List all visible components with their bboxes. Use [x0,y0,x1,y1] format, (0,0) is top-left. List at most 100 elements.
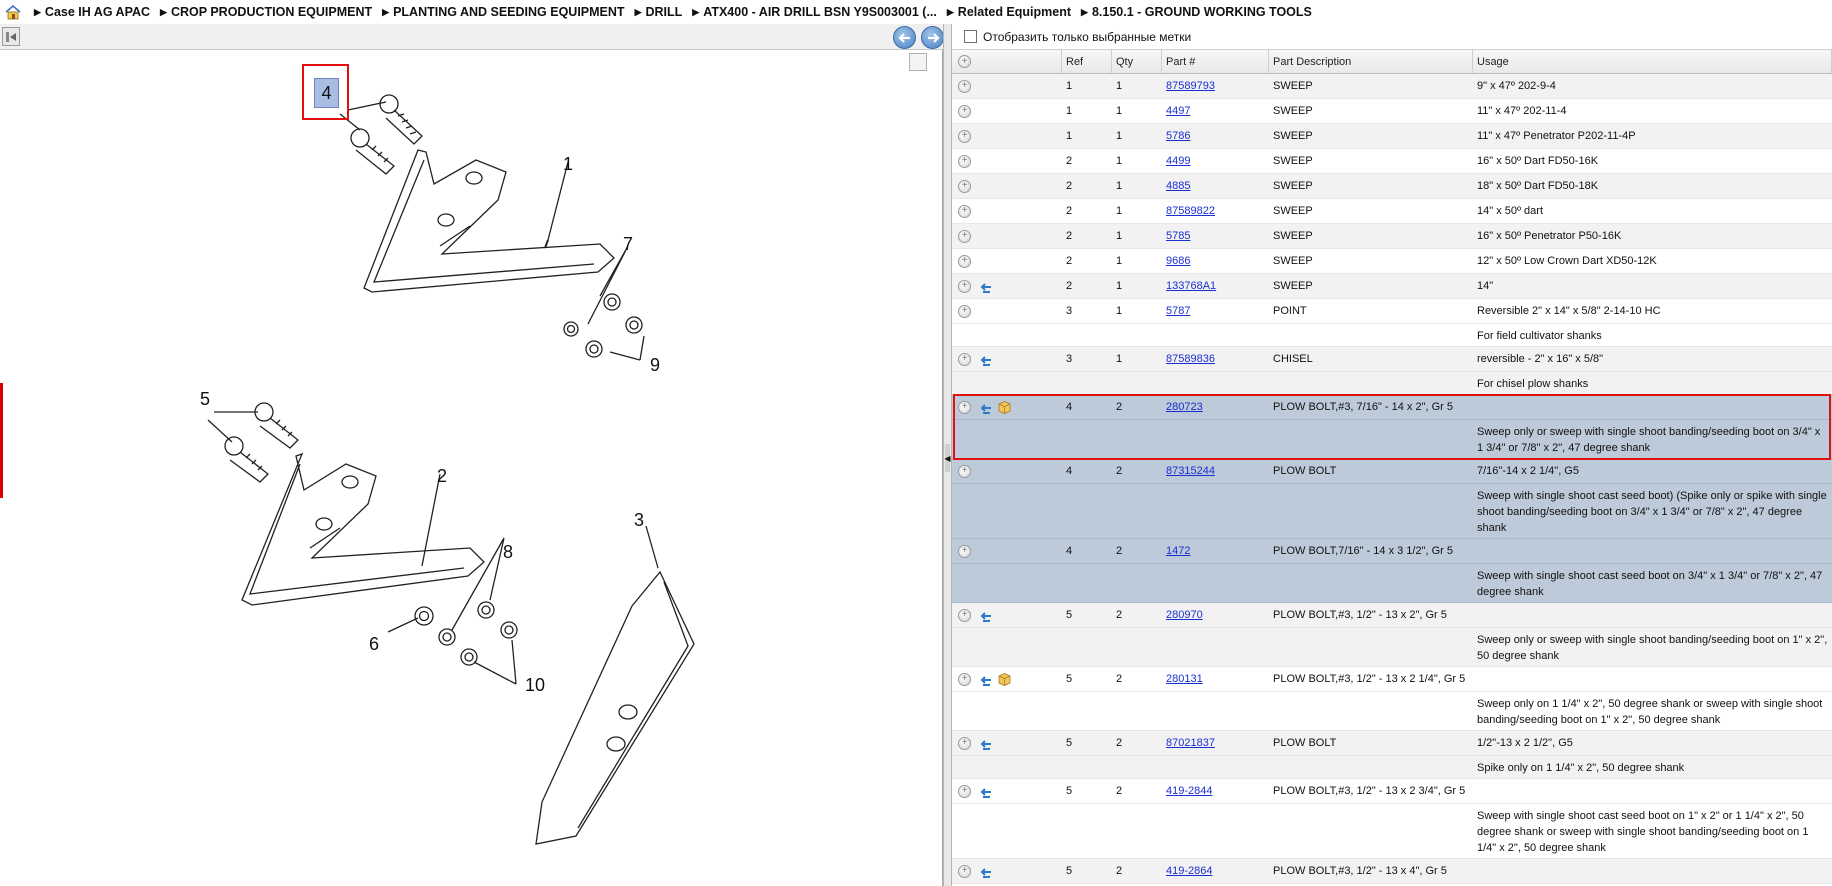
table-row-note[interactable]: Sweep with single shoot cast seed boot o… [952,564,1832,603]
home-icon[interactable] [2,1,24,23]
part-number-link[interactable]: 419-2864 [1166,865,1213,877]
part-number-link[interactable]: 5785 [1166,230,1190,242]
kit-box-icon[interactable] [997,672,1012,687]
callout-9[interactable]: 9 [650,355,660,376]
column-usage[interactable]: Usage [1473,50,1832,73]
table-row-note[interactable]: Sweep with single shoot cast seed boot) … [952,484,1832,539]
part-number-link[interactable]: 4499 [1166,155,1190,167]
table-row-note[interactable]: Sweep only or sweep with single shoot ba… [952,628,1832,667]
table-row[interactable]: +2 1 87589822 SWEEP 14" x 50º dart [952,199,1832,224]
table-row[interactable]: +2 1 4885 SWEEP 18" x 50º Dart FD50-18K [952,174,1832,199]
part-number-link[interactable]: 9686 [1166,255,1190,267]
expand-row-icon[interactable]: + [958,400,971,414]
table-row-note[interactable]: Sweep only or sweep with single shoot ba… [952,420,1832,459]
table-row[interactable]: +1 1 87589793 SWEEP 9" x 47º 202-9-4 [952,74,1832,99]
column-description[interactable]: Part Description [1269,50,1473,73]
expand-all-icon[interactable]: + [958,55,971,68]
part-number-link[interactable]: 133768A1 [1166,280,1216,292]
expand-row-icon[interactable]: + [958,79,971,93]
part-number-link[interactable]: 87021837 [1166,737,1215,749]
callout-6[interactable]: 6 [369,634,379,655]
part-number-link[interactable]: 87589822 [1166,205,1215,217]
expand-row-icon[interactable]: + [958,154,971,168]
expand-row-icon[interactable]: + [958,104,971,118]
callout-5[interactable]: 5 [200,389,210,410]
table-row-note[interactable]: For chisel plow shanks [952,372,1832,395]
table-row[interactable]: +4 2 87315244 PLOW BOLT 7/16"-14 x 2 1/4", G… [952,459,1832,484]
table-row[interactable]: +2 1 133768A1 SWEEP 14" [952,274,1832,299]
breadcrumb-item[interactable]: ▶ CROP PRODUCTION EQUIPMENT [160,5,372,19]
show-selected-only-checkbox[interactable] [964,30,977,43]
table-row[interactable]: +3 1 87589836 CHISEL reversible - 2" x 16" x… [952,347,1832,372]
table-row-note[interactable]: Sweep only on 1 1/4" x 2", 50 degree sha… [952,692,1832,731]
breadcrumb-item[interactable]: ▶ PLANTING AND SEEDING EQUIPMENT [382,5,624,19]
table-row[interactable]: +2 1 4499 SWEEP 16" x 50º Dart FD50-16K [952,149,1832,174]
part-number-link[interactable]: 419-2844 [1166,785,1213,797]
panel-splitter[interactable]: ◀ [943,24,952,886]
callout-10[interactable]: 10 [525,675,545,696]
callout-2[interactable]: 2 [437,466,447,487]
expand-row-icon[interactable]: + [958,352,971,366]
expand-row-icon[interactable]: + [958,672,971,686]
table-row-note[interactable]: Sweep with single shoot cast seed boot o… [952,804,1832,859]
supersession-icon[interactable] [979,785,993,798]
callout-8[interactable]: 8 [503,542,513,563]
table-row[interactable]: +1 1 4497 SWEEP 11" x 47º 202-11-4 [952,99,1832,124]
table-row-note[interactable]: For field cultivator shanks [952,324,1832,347]
expand-row-icon[interactable]: + [958,179,971,193]
callout-7[interactable]: 7 [623,234,633,255]
callout-4[interactable]: 4 [314,78,339,108]
expand-row-icon[interactable]: + [958,464,971,478]
table-row[interactable]: +5 2 280131 PLOW BOLT,#3, 1/2" - 13 x 2 1/4… [952,667,1832,692]
supersession-icon[interactable] [979,673,993,686]
expand-row-icon[interactable]: + [958,544,971,558]
breadcrumb-item[interactable]: ▶ DRILL [635,5,683,19]
table-row[interactable]: +2 1 5785 SWEEP 16" x 50º Penetrator P50-16K [952,224,1832,249]
expand-row-icon[interactable]: + [958,784,971,798]
part-number-link[interactable]: 4885 [1166,180,1190,192]
expand-row-icon[interactable]: + [958,304,971,318]
supersession-icon[interactable] [979,280,993,293]
supersession-icon[interactable] [979,401,993,414]
part-number-link[interactable]: 280970 [1166,609,1203,621]
table-row[interactable]: +3 1 5787 POINT Reversible 2" x 14" x 5/8" 2… [952,299,1832,324]
collapse-panel-button[interactable] [2,27,20,46]
expand-row-icon[interactable]: + [958,279,971,293]
callout-1[interactable]: 1 [563,154,573,175]
callout-3[interactable]: 3 [634,510,644,531]
part-number-link[interactable]: 87589836 [1166,353,1215,365]
expand-all-column[interactable]: + [952,50,1062,73]
column-qty[interactable]: Qty [1112,50,1162,73]
part-number-link[interactable]: 1472 [1166,545,1190,557]
table-row[interactable]: +5 2 419-2864 PLOW BOLT,#3, 1/2" - 13 x 4",… [952,859,1832,884]
table-row[interactable]: +5 2 87021837 PLOW BOLT 1/2"-13 x 2 1/2", G5 [952,731,1832,756]
supersession-icon[interactable] [979,737,993,750]
table-row[interactable]: +5 2 280970 PLOW BOLT,#3, 1/2" - 13 x 2", G… [952,603,1832,628]
forward-arrow-icon[interactable] [921,26,944,49]
collapse-arrow-icon[interactable]: ◀ [944,444,951,472]
table-row[interactable]: +1 1 5786 SWEEP 11" x 47º Penetrator P202-11… [952,124,1832,149]
part-number-link[interactable]: 5786 [1166,130,1190,142]
expand-row-icon[interactable]: + [958,608,971,622]
supersession-icon[interactable] [979,353,993,366]
kit-box-icon[interactable] [997,400,1012,415]
column-ref[interactable]: Ref [1062,50,1112,73]
expand-row-icon[interactable]: + [958,254,971,268]
table-row[interactable]: +5 2 419-2844 PLOW BOLT,#3, 1/2" - 13 x 2 3… [952,779,1832,804]
table-row[interactable]: +2 1 9686 SWEEP 12" x 50º Low Crown Dart XD5… [952,249,1832,274]
supersession-icon[interactable] [979,609,993,622]
table-row-note[interactable]: Spike only on 1 1/4" x 2", 50 degree sha… [952,756,1832,779]
breadcrumb-item[interactable]: ▶ ATX400 - AIR DRILL BSN Y9S003001 (... [692,5,937,19]
breadcrumb-item[interactable]: ▶ Related Equipment [947,5,1071,19]
expand-row-icon[interactable]: + [958,229,971,243]
part-number-link[interactable]: 87589793 [1166,80,1215,92]
part-number-link[interactable]: 4497 [1166,105,1190,117]
expand-row-icon[interactable]: + [958,204,971,218]
table-row[interactable]: +4 2 1472 PLOW BOLT,7/16" - 14 x 3 1/2", Gr… [952,539,1832,564]
expand-row-icon[interactable]: + [958,736,971,750]
part-number-link[interactable]: 5787 [1166,305,1190,317]
expand-row-icon[interactable]: + [958,864,971,878]
expand-row-icon[interactable]: + [958,129,971,143]
breadcrumb-item[interactable]: ▶ 8.150.1 - GROUND WORKING TOOLS [1081,5,1312,19]
part-number-link[interactable]: 87315244 [1166,465,1215,477]
